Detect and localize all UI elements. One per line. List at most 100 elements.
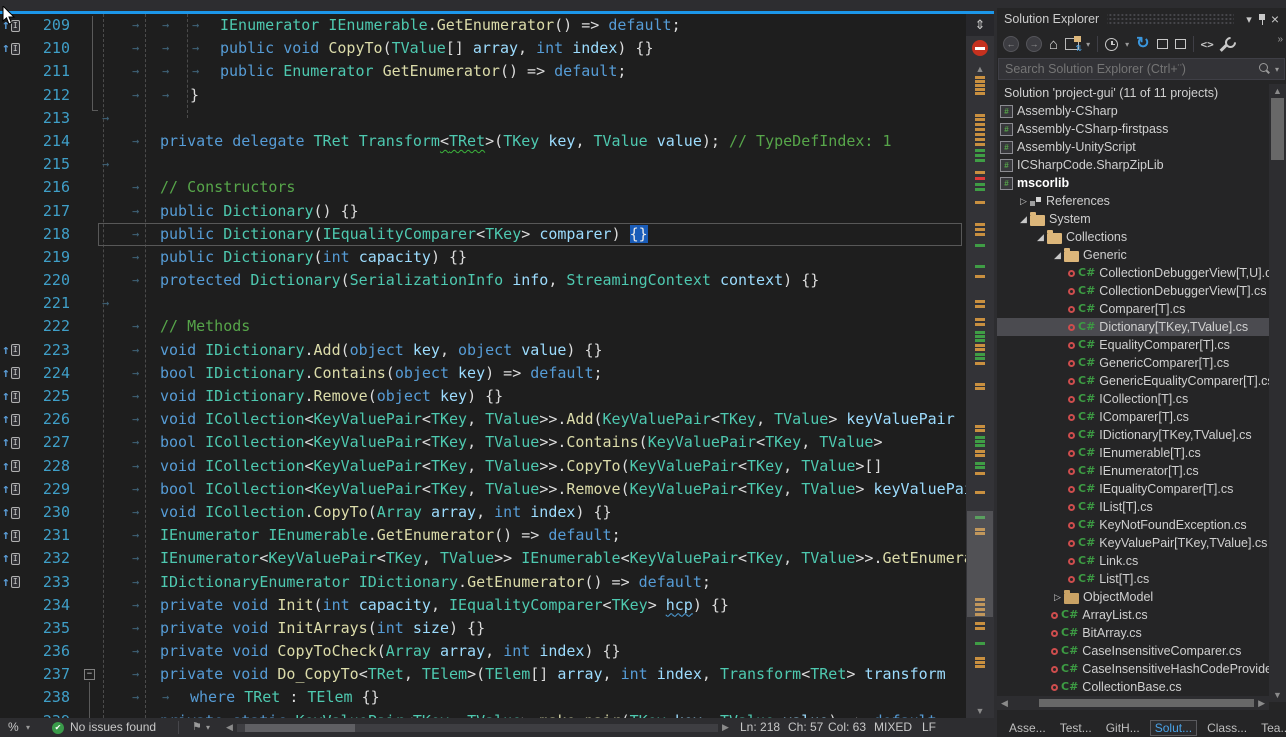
scroll-right-icon[interactable]: ▶ xyxy=(1258,698,1265,709)
column-indicator[interactable]: Col: 63 xyxy=(828,718,866,737)
code-line-225[interactable]: ↑I225→void IDictionary.Remove(object key… xyxy=(0,385,966,408)
tree-item[interactable]: C#IEnumerable[T].cs xyxy=(997,444,1269,462)
code-line-219[interactable]: 219→public Dictionary(int capacity) {} xyxy=(0,246,966,269)
toolbar-overflow-icon[interactable]: » xyxy=(1277,34,1283,45)
search-icon[interactable] xyxy=(1257,62,1271,76)
tree-item[interactable]: #Assembly-CSharp xyxy=(997,102,1269,120)
search-input[interactable] xyxy=(999,62,1257,76)
code-line-237[interactable]: 237−→private void Do_CopyTo<TRet, TElem>… xyxy=(0,663,966,686)
line-number[interactable]: 230 xyxy=(14,501,70,524)
document-tab-strip[interactable] xyxy=(0,0,994,14)
code-line-217[interactable]: 217→public Dictionary() {} xyxy=(0,200,966,223)
tree-item[interactable]: #ICSharpCode.SharpZipLib xyxy=(997,156,1269,174)
dropdown-caret-icon[interactable]: ▾ xyxy=(1086,40,1090,49)
tree-item[interactable]: C#IDictionary[TKey,TValue].cs xyxy=(997,426,1269,444)
line-number[interactable]: 238 xyxy=(14,686,70,709)
drag-grip[interactable] xyxy=(1107,14,1234,24)
tree-item[interactable]: ▷References xyxy=(997,192,1269,210)
tool-window-tab[interactable]: Test... xyxy=(1056,721,1096,735)
code-line-221[interactable]: 221→ xyxy=(0,292,966,315)
tool-window-tab[interactable]: Class... xyxy=(1203,721,1251,735)
expand-arrow-icon[interactable]: ▷ xyxy=(1017,192,1030,210)
code-line-231[interactable]: ↑I231→IEnumerator IEnumerable.GetEnumera… xyxy=(0,524,966,547)
code-line-214[interactable]: 214→private delegate TRet Transform<TRet… xyxy=(0,130,966,153)
tree-item[interactable]: C#BitArray.cs xyxy=(997,624,1269,642)
zoom-control[interactable]: % xyxy=(8,718,19,737)
line-number[interactable]: 210 xyxy=(14,37,70,60)
line-number[interactable]: 222 xyxy=(14,315,70,338)
scroll-right-icon[interactable]: ▶ xyxy=(722,718,729,737)
line-number[interactable]: 213 xyxy=(14,107,70,130)
tree-horizontal-scrollbar[interactable]: ◀ ▶ xyxy=(997,696,1269,710)
code-line-223[interactable]: ↑I223→void IDictionary.Add(object key, o… xyxy=(0,339,966,362)
code-editor[interactable]: ↑I209→→→IEnumerator IEnumerable.GetEnume… xyxy=(0,14,966,718)
back-icon[interactable]: ← xyxy=(1003,36,1019,52)
eol-indicator[interactable]: LF xyxy=(922,718,936,737)
code-line-211[interactable]: 211→→→public Enumerator GetEnumerator() … xyxy=(0,60,966,83)
window-position-icon[interactable]: ▾ xyxy=(1242,13,1256,26)
collapse-arrow-icon[interactable]: ◢ xyxy=(1034,228,1047,246)
forward-icon[interactable]: → xyxy=(1026,36,1042,52)
zoom-dropdown-icon[interactable]: ▾ xyxy=(26,718,30,737)
scrollbar-thumb[interactable] xyxy=(1271,98,1284,160)
line-indicator[interactable]: Ln: 218 xyxy=(740,718,780,737)
tree-item[interactable]: C#CaseInsensitiveHashCodeProvider.cs xyxy=(997,660,1269,678)
tree-item[interactable]: C#CollectionBase.cs xyxy=(997,678,1269,696)
view-code-icon[interactable]: <> xyxy=(1201,38,1214,51)
tree-item[interactable]: C#IEnumerator[T].cs xyxy=(997,462,1269,480)
tree-item[interactable]: C#Dictionary[TKey,TValue].cs xyxy=(997,318,1269,336)
code-line-216[interactable]: 216→// Constructors xyxy=(0,176,966,199)
tree-vertical-scrollbar[interactable]: ▲ ▼ xyxy=(1269,84,1286,702)
code-line-229[interactable]: ↑I229→bool ICollection<KeyValuePair<TKey… xyxy=(0,478,966,501)
line-number[interactable]: 214 xyxy=(14,130,70,153)
tree-item[interactable]: ◢Collections xyxy=(997,228,1269,246)
line-number[interactable]: 232 xyxy=(14,547,70,570)
line-number[interactable]: 234 xyxy=(14,594,70,617)
collapse-arrow-icon[interactable]: ◢ xyxy=(1017,210,1030,228)
tree-item[interactable]: C#CollectionDebuggerView[T,U].cs xyxy=(997,264,1269,282)
line-number[interactable]: 221 xyxy=(14,292,70,315)
tree-item[interactable]: C#IList[T].cs xyxy=(997,498,1269,516)
tree-item[interactable]: C#GenericComparer[T].cs xyxy=(997,354,1269,372)
tree-item[interactable]: C#KeyNotFoundException.cs xyxy=(997,516,1269,534)
expand-arrow-icon[interactable]: ▷ xyxy=(1051,588,1064,606)
char-indicator[interactable]: Ch: 57 xyxy=(788,718,823,737)
tree-item[interactable]: C#Link.cs xyxy=(997,552,1269,570)
scroll-left-icon[interactable]: ◀ xyxy=(226,718,233,737)
collapse-all-icon[interactable] xyxy=(1157,39,1168,49)
code-line-210[interactable]: ↑I210→→→public void CopyTo(TValue[] arra… xyxy=(0,37,966,60)
home-icon[interactable]: ⌂ xyxy=(1049,36,1058,53)
tree-item[interactable]: #Assembly-UnityScript xyxy=(997,138,1269,156)
line-number[interactable]: 212 xyxy=(14,84,70,107)
line-number[interactable]: 239 xyxy=(14,710,70,718)
pending-changes-filter-icon[interactable] xyxy=(1105,38,1118,51)
code-line-218[interactable]: 218→public Dictionary(IEqualityComparer<… xyxy=(0,223,966,246)
tree-item[interactable]: #Assembly-CSharp-firstpass xyxy=(997,120,1269,138)
tool-window-tab[interactable]: GitH... xyxy=(1102,721,1144,735)
line-number[interactable]: 209 xyxy=(14,14,70,37)
code-line-209[interactable]: ↑I209→→→IEnumerator IEnumerable.GetEnume… xyxy=(0,14,966,37)
code-line-236[interactable]: 236→private void CopyToCheck(Array array… xyxy=(0,640,966,663)
tree-item[interactable]: C#IEqualityComparer[T].cs xyxy=(997,480,1269,498)
line-number[interactable]: 225 xyxy=(14,385,70,408)
tree-item[interactable]: C#GenericEqualityComparer[T].cs xyxy=(997,372,1269,390)
tree-item[interactable]: C#KeyValuePair[TKey,TValue].cs xyxy=(997,534,1269,552)
code-line-215[interactable]: 215→ xyxy=(0,153,966,176)
code-line-232[interactable]: ↑I232→IEnumerator<KeyValuePair<TKey, TVa… xyxy=(0,547,966,570)
line-number[interactable]: 233 xyxy=(14,571,70,594)
scrollbar-thumb[interactable] xyxy=(1039,699,1254,707)
refresh-icon[interactable]: ↻ xyxy=(1136,36,1149,52)
code-line-234[interactable]: 234→private void Init(int capacity, IEqu… xyxy=(0,594,966,617)
scroll-up-icon[interactable]: ▲ xyxy=(1269,86,1286,96)
tree-item[interactable]: C#CollectionDebuggerView[T].cs xyxy=(997,282,1269,300)
line-number[interactable]: 223 xyxy=(14,339,70,362)
line-number[interactable]: 219 xyxy=(14,246,70,269)
code-line-239[interactable]: 239→private static KeyValuePair<TKey, TV… xyxy=(0,710,966,718)
tree-item[interactable]: ▷ObjectModel xyxy=(997,588,1269,606)
health-dropdown-icon[interactable]: ▾ xyxy=(206,718,210,737)
editor-horizontal-scrollbar[interactable] xyxy=(237,724,718,732)
line-number[interactable]: 216 xyxy=(14,176,70,199)
editor-vertical-scrollbar[interactable]: ⇕ ▲ ▼ xyxy=(966,14,994,718)
tree-item[interactable]: C#List[T].cs xyxy=(997,570,1269,588)
tool-window-tab[interactable]: Asse... xyxy=(1005,721,1050,735)
